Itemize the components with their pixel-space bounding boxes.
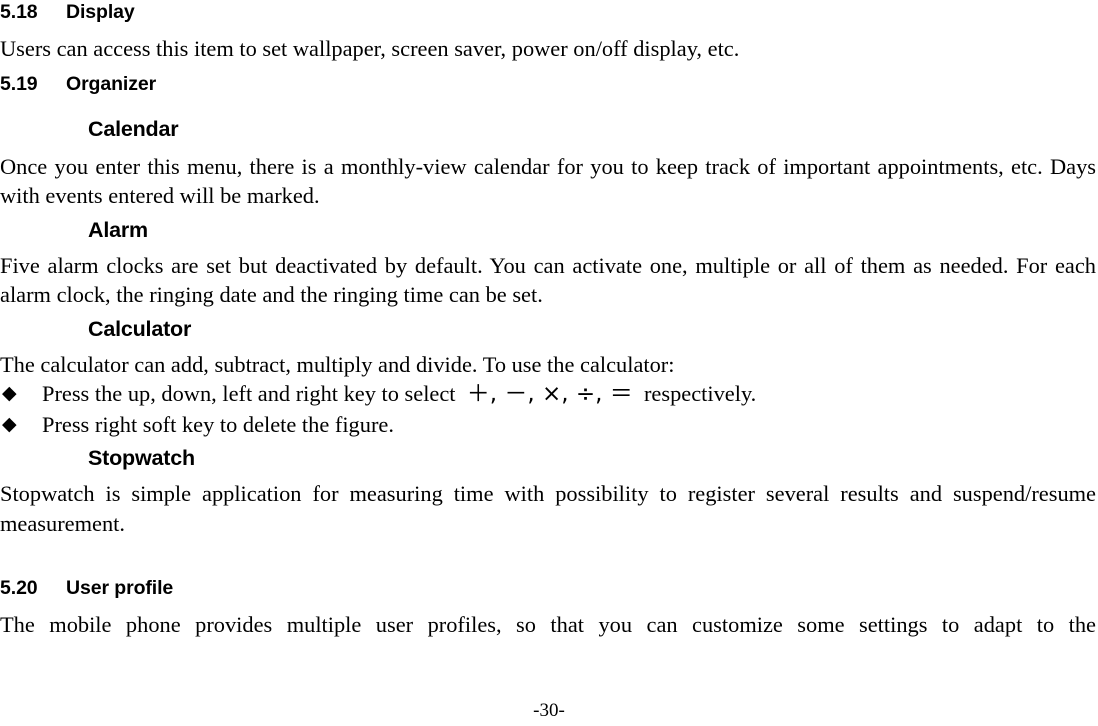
section-heading-5-19: 5.19 Organizer (0, 72, 1096, 96)
list-item-text: Press the up, down, left and right key t… (42, 381, 456, 406)
subsection-heading-calendar: Calendar (88, 116, 179, 141)
list-item: ◆ Press the up, down, left and right key … (0, 379, 1096, 410)
list-item: ◆ Press right soft key to delete the figu… (0, 410, 1096, 440)
subsection-heading-calculator: Calculator (88, 316, 192, 341)
paragraph-stopwatch: Stopwatch is simple application for meas… (0, 481, 1096, 536)
subsection-heading-stopwatch: Stopwatch (88, 446, 195, 470)
page-footer: -30- (0, 700, 1098, 722)
section-heading-5-20: 5.20 User profile (0, 576, 1096, 600)
list-item-text-after: respectively. (643, 381, 757, 406)
paragraph-display: Users can access this item to set wallpa… (0, 36, 740, 61)
section-number: 5.20 (0, 576, 38, 599)
section-title: Display (66, 1, 135, 23)
math-symbols: ＋, －, ×, ÷, ＝ (466, 381, 633, 407)
list-item-text: Press right soft key to delete the figur… (42, 411, 394, 437)
page-content: 5.18 Display Users can access this item t… (0, 0, 1098, 669)
section-number: 5.19 (0, 72, 38, 95)
section-title: User profile (66, 576, 174, 599)
document-page: 5.18 Display Users can access this item t… (0, 0, 1098, 726)
paragraph-user-profile: The mobile phone provides multiple user … (0, 611, 1096, 637)
paragraph-calculator: The calculator can add, subtract, multip… (0, 351, 675, 377)
section-number: 5.18 (0, 1, 38, 23)
calculator-bullet-list: ◆ Press the up, down, left and right key … (0, 379, 1096, 439)
paragraph-alarm: Five alarm clocks are set but deactivate… (0, 252, 1096, 308)
diamond-bullet-icon: ◆ (2, 412, 17, 435)
section-title: Organizer (66, 72, 157, 95)
section-heading-5-18: 5.18 Display (0, 0, 1096, 24)
subsection-heading-alarm: Alarm (88, 217, 148, 242)
paragraph-calendar: Once you enter this menu, there is a mon… (0, 153, 1096, 209)
page-number: -30- (533, 700, 565, 721)
diamond-bullet-icon: ◆ (2, 382, 17, 404)
